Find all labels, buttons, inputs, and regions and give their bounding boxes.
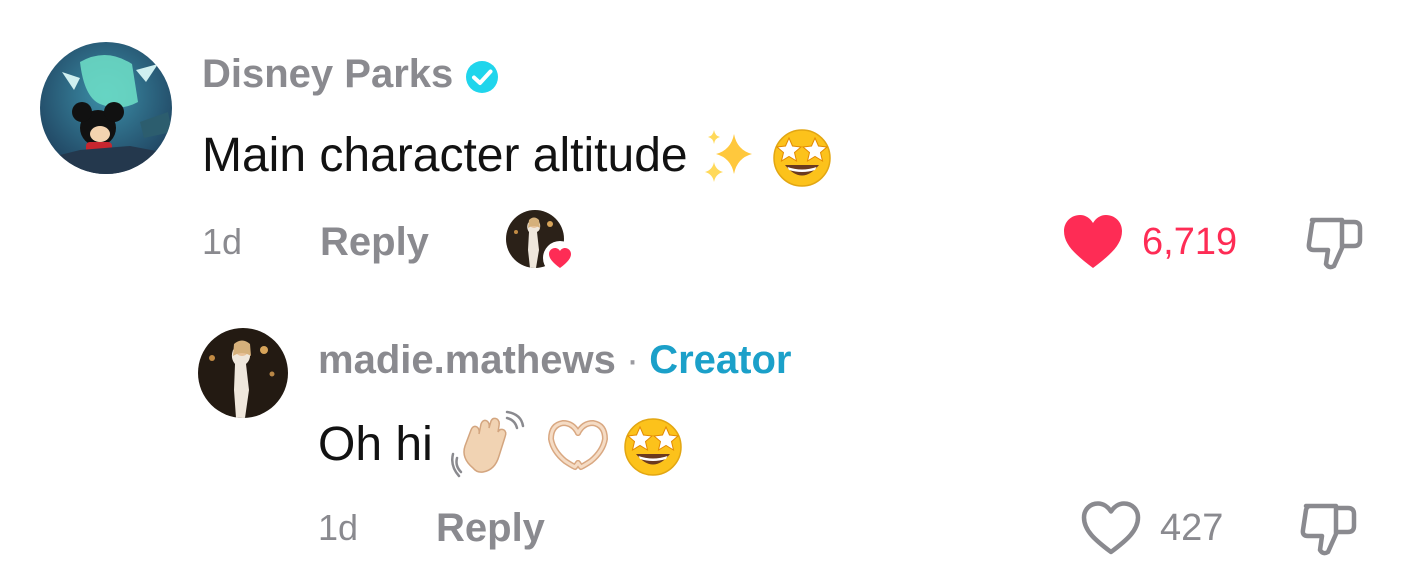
comment-username-row: madie.mathews · Creator xyxy=(318,336,791,384)
like-button[interactable]: 427 xyxy=(1080,500,1223,556)
heart-outline-icon xyxy=(1080,500,1142,556)
heart-filled-icon xyxy=(1062,214,1124,270)
mickey-avatar-icon xyxy=(40,42,172,174)
like-count: 427 xyxy=(1160,507,1224,549)
comment-text: Oh hi xyxy=(318,410,685,480)
heart-badge-icon xyxy=(542,240,578,276)
star-struck-emoji-icon xyxy=(621,413,685,477)
username[interactable]: Disney Parks xyxy=(202,50,453,98)
dislike-button[interactable] xyxy=(1304,212,1366,272)
reply-button[interactable]: Reply xyxy=(320,218,429,266)
creator-tag: Creator xyxy=(649,338,792,382)
like-count: 6,719 xyxy=(1142,221,1238,263)
username[interactable]: madie.mathews xyxy=(318,336,616,384)
waving-hand-emoji-icon xyxy=(450,410,527,480)
star-struck-emoji-icon xyxy=(770,124,834,188)
reply-button[interactable]: Reply xyxy=(436,504,545,552)
creator-liked-badge xyxy=(506,210,578,276)
separator: · xyxy=(625,338,640,382)
like-button[interactable]: 6,719 xyxy=(1062,214,1237,270)
comment-body: Main character altitude xyxy=(202,129,688,182)
comment-text: Main character altitude xyxy=(202,124,834,188)
avatar[interactable] xyxy=(40,42,172,174)
sparkles-emoji-icon xyxy=(700,126,760,186)
verified-badge-icon xyxy=(465,57,499,93)
comment-username-row: Disney Parks xyxy=(202,50,499,98)
dislike-button[interactable] xyxy=(1298,498,1360,558)
comment-body: Oh hi xyxy=(318,418,433,471)
comment-time: 1d xyxy=(202,221,243,262)
comment-time: 1d xyxy=(318,507,359,548)
heart-hands-emoji-icon xyxy=(545,417,611,473)
thumbs-down-icon xyxy=(1306,217,1363,270)
creator-avatar-icon xyxy=(198,328,288,418)
avatar[interactable] xyxy=(198,328,288,418)
thumbs-down-icon xyxy=(1300,503,1357,556)
